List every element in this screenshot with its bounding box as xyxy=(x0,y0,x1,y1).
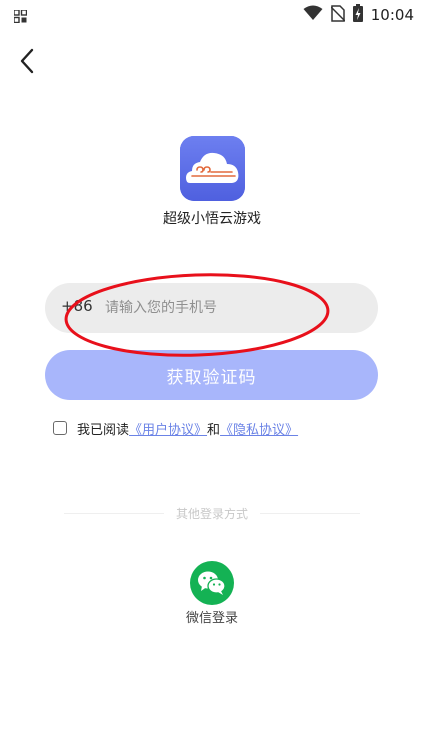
agreement-prefix: 我已阅读 xyxy=(77,422,130,438)
privacy-policy-link[interactable]: 《隐私协议》 xyxy=(220,419,298,438)
wechat-login-label: 微信登录 xyxy=(185,611,238,626)
agree-checkbox[interactable] xyxy=(53,421,67,435)
divider-line-left xyxy=(64,512,164,514)
back-button[interactable] xyxy=(12,44,42,78)
cloud-icon xyxy=(180,136,245,201)
wechat-icon xyxy=(198,571,226,595)
user-agreement-link[interactable]: 《用户协议》 xyxy=(129,419,207,438)
battery-charging-icon xyxy=(352,4,363,26)
divider-line-right xyxy=(260,512,361,514)
no-sim-icon xyxy=(330,4,346,26)
wifi-icon xyxy=(303,5,323,25)
phone-input-row[interactable]: +86 xyxy=(45,283,378,333)
app-grid-icon xyxy=(13,8,28,27)
status-bar: 10:04 xyxy=(0,0,424,30)
app-name: 超级小悟云游戏 xyxy=(163,211,261,227)
phone-input[interactable] xyxy=(105,289,365,327)
chevron-left-icon xyxy=(20,48,34,74)
app-logo xyxy=(180,136,245,201)
wechat-login-button[interactable] xyxy=(190,561,234,605)
other-login-divider: 其他登录方式 xyxy=(64,504,361,522)
agreement-conjunction: 和 xyxy=(207,422,221,438)
get-code-button[interactable]: 获取验证码 xyxy=(45,350,378,400)
agreement-row: 我已阅读 《用户协议》 和 《隐私协议》 xyxy=(53,418,298,438)
other-login-title: 其他登录方式 xyxy=(176,506,249,521)
clock: 10:04 xyxy=(370,6,414,24)
country-code[interactable]: +86 xyxy=(61,297,93,315)
